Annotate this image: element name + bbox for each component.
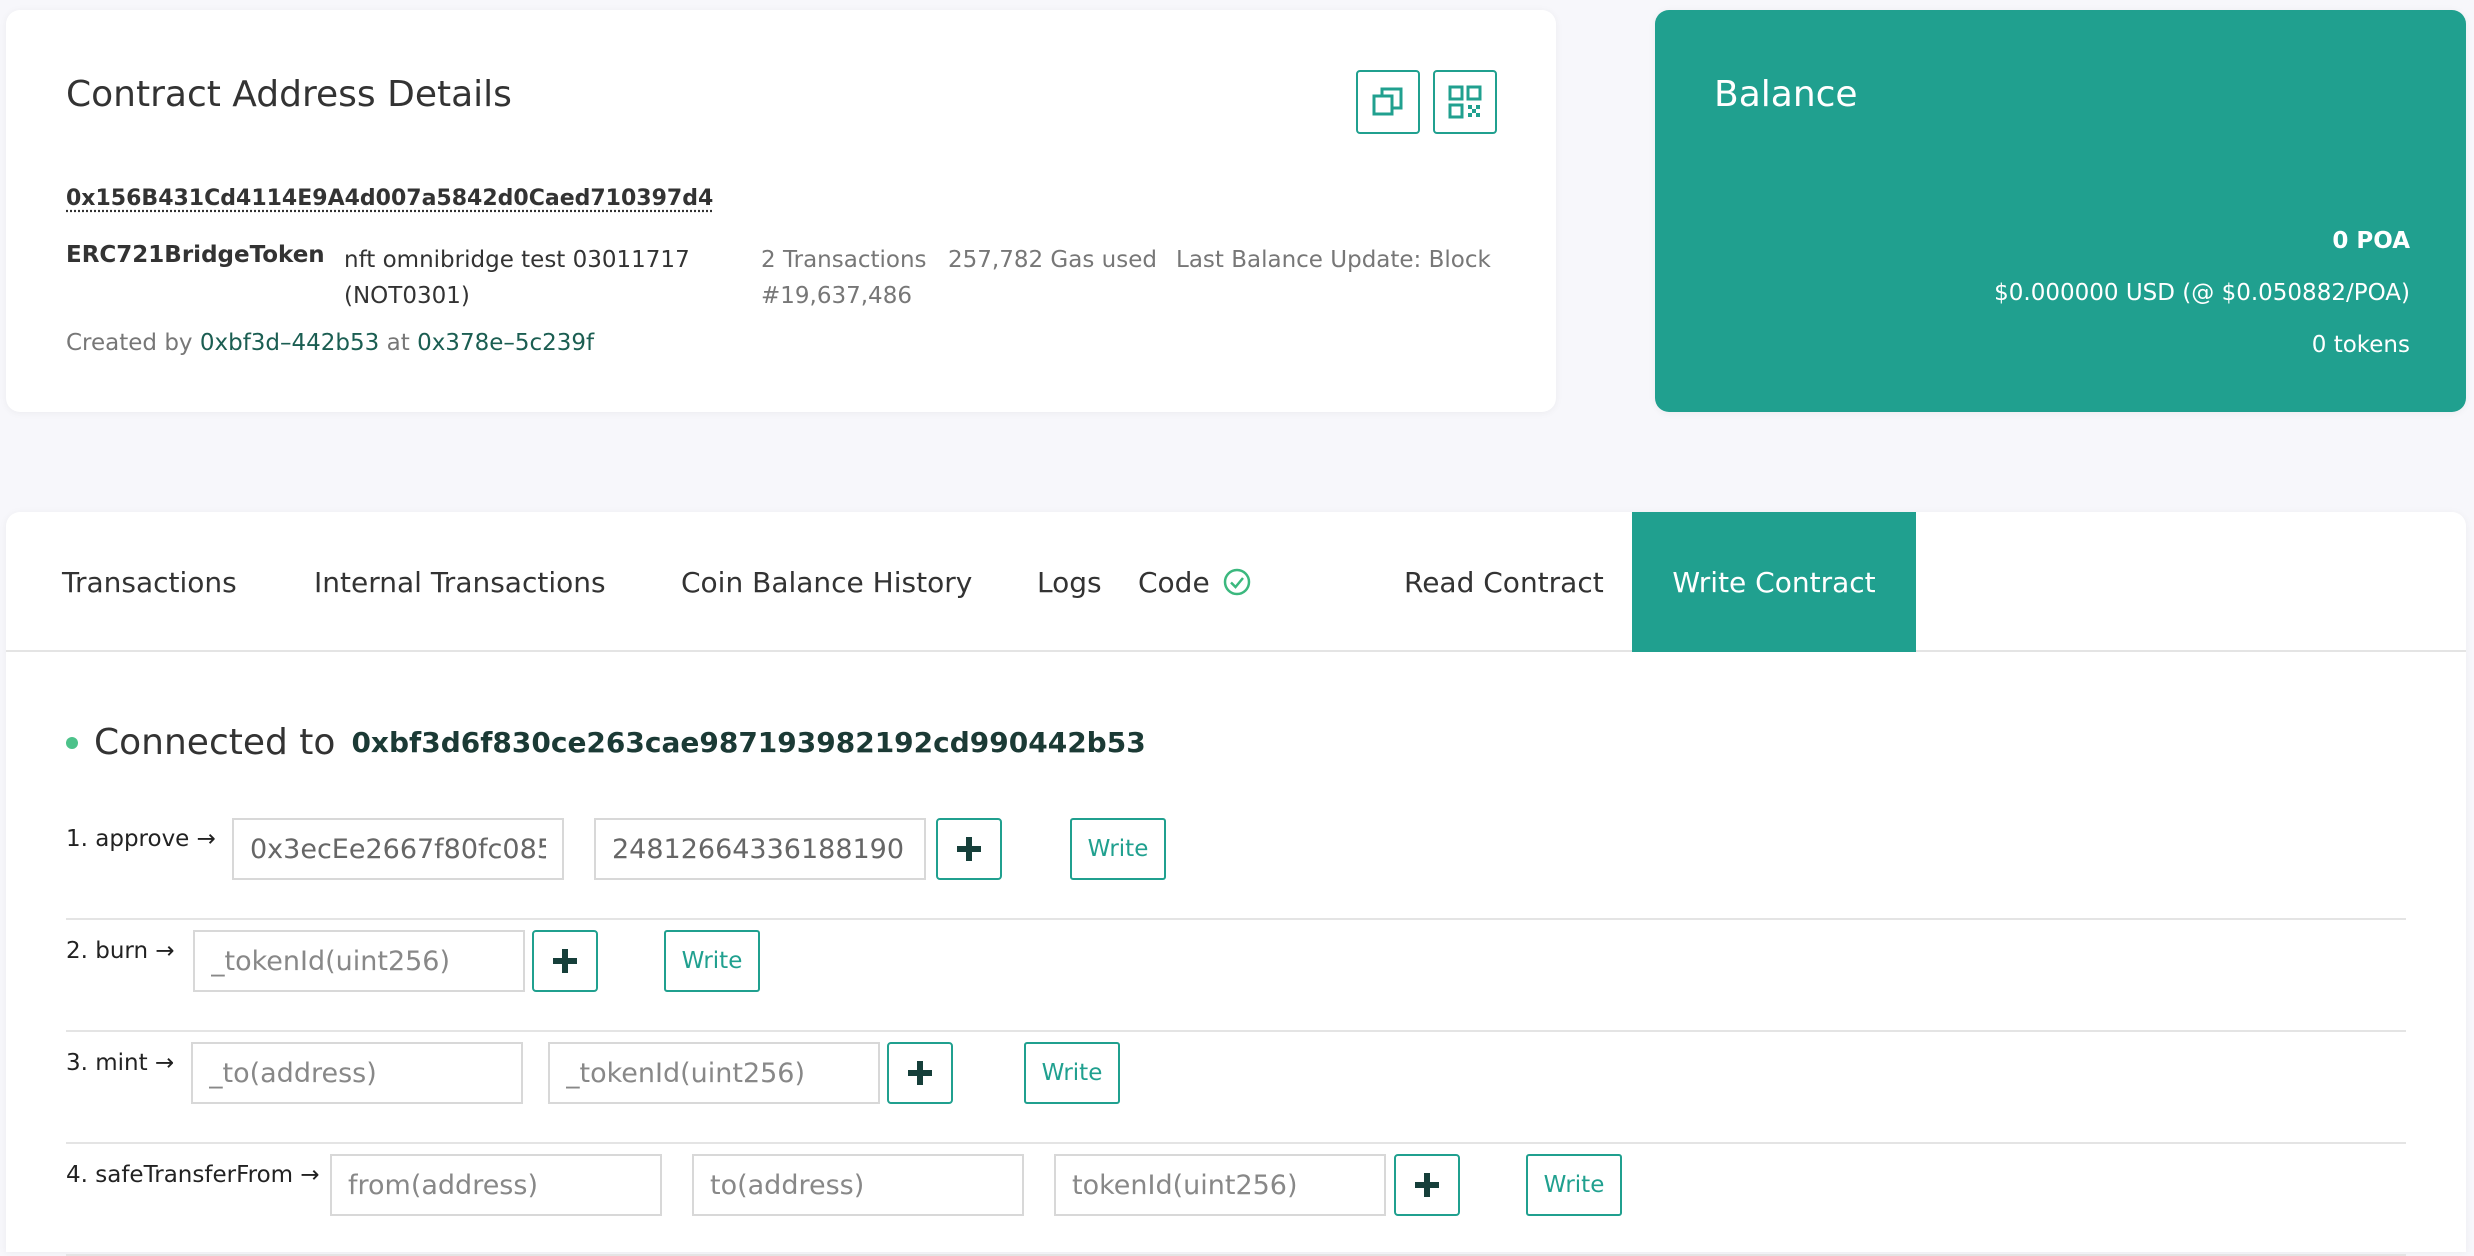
gas-used: 257,782 Gas used — [948, 247, 1157, 273]
connected-address: 0xbf3d6f830ce263cae987193982192cd990442b… — [351, 726, 1146, 759]
add-value-button[interactable] — [1394, 1154, 1460, 1216]
tab-read-contract[interactable]: Read Contract — [1354, 512, 1654, 652]
safetransfer-to-input[interactable] — [692, 1154, 1024, 1216]
method-row-safetransferfrom: 4. safeTransferFrom → Write — [66, 1146, 2406, 1256]
method-row-mint: 3. mint → Write — [66, 1034, 2406, 1144]
mint-write-button[interactable]: Write — [1024, 1042, 1120, 1104]
plus-icon — [957, 837, 981, 861]
tab-label: Coin Balance History — [681, 565, 973, 599]
contract-tabs-panel: Transactions Internal Transactions Coin … — [6, 512, 2466, 1256]
balance-usd: $0.000000 USD (@ $0.050882/POA) — [1994, 280, 2410, 306]
balance-title: Balance — [1714, 74, 1858, 115]
plus-icon — [1415, 1173, 1439, 1197]
add-value-button[interactable] — [887, 1042, 953, 1104]
connected-dot-icon — [66, 736, 78, 749]
connection-label: Connected to — [94, 722, 336, 763]
tab-label: Internal Transactions — [314, 565, 606, 599]
last-balance-update: Last Balance Update: Block — [1176, 247, 1491, 273]
safetransfer-tokenid-input[interactable] — [1054, 1154, 1386, 1216]
tab-bar: Transactions Internal Transactions Coin … — [6, 512, 2466, 652]
mint-to-input[interactable] — [191, 1042, 523, 1104]
tab-internal-transactions[interactable]: Internal Transactions — [264, 512, 656, 652]
method-label: 3. mint → — [66, 1050, 175, 1076]
plus-icon — [908, 1061, 932, 1085]
method-row-burn: 2. burn → Write — [66, 922, 2406, 1032]
tab-transactions[interactable]: Transactions — [12, 512, 287, 652]
contract-details-card: Contract Address Details 0x156B431Cd4114… — [6, 10, 1556, 412]
balance-card: Balance 0 POA $0.000000 USD (@ $0.050882… — [1655, 10, 2466, 412]
created-by: Created by 0xbf3d–442b53 at 0x378e–5c239… — [66, 330, 594, 356]
balance-amount: 0 POA — [2332, 228, 2410, 254]
connection-status: Connected to 0xbf3d6f830ce263cae98719398… — [66, 722, 1146, 763]
verified-check-icon — [1223, 568, 1250, 596]
tab-label: Read Contract — [1404, 565, 1604, 599]
token-name: ERC721BridgeToken — [66, 242, 325, 268]
tab-write-contract[interactable]: Write Contract — [1632, 512, 1916, 652]
safetransfer-write-button[interactable]: Write — [1526, 1154, 1622, 1216]
creator-address-link[interactable]: 0xbf3d–442b53 — [200, 330, 379, 356]
approve-write-button[interactable]: Write — [1070, 818, 1166, 880]
add-value-button[interactable] — [532, 930, 598, 992]
plus-icon — [553, 949, 577, 973]
method-label: 2. burn → — [66, 938, 175, 964]
copy-icon — [1372, 87, 1403, 116]
method-label: 4. safeTransferFrom → — [66, 1162, 320, 1188]
details-title: Contract Address Details — [66, 74, 512, 115]
at-label: at — [386, 330, 410, 356]
approve-tokenid-input[interactable] — [594, 818, 926, 880]
tab-label: Write Contract — [1672, 565, 1876, 599]
transaction-count: 2 Transactions — [761, 247, 927, 273]
token-description: nft omnibridge test 03011717 (NOT0301) — [344, 247, 690, 309]
tab-label: Transactions — [62, 565, 237, 599]
qr-code-icon — [1448, 85, 1482, 119]
tab-label: Code — [1138, 565, 1210, 599]
tab-code[interactable]: Code — [1088, 512, 1302, 652]
created-by-label: Created by — [66, 330, 193, 356]
method-label: 1. approve → — [66, 826, 216, 852]
copy-address-button[interactable] — [1356, 70, 1420, 134]
approve-to-input[interactable] — [232, 818, 564, 880]
burn-tokenid-input[interactable] — [193, 930, 525, 992]
method-row-approve: 1. approve → Write — [66, 810, 2406, 920]
mint-tokenid-input[interactable] — [548, 1042, 880, 1104]
burn-write-button[interactable]: Write — [664, 930, 760, 992]
qr-code-button[interactable] — [1433, 70, 1497, 134]
creation-tx-link[interactable]: 0x378e–5c239f — [417, 330, 594, 356]
add-value-button[interactable] — [936, 818, 1002, 880]
block-number: #19,637,486 — [761, 283, 912, 309]
tab-coin-balance-history[interactable]: Coin Balance History — [631, 512, 1022, 652]
safetransfer-from-input[interactable] — [330, 1154, 662, 1216]
contract-address[interactable]: 0x156B431Cd4114E9A4d007a5842d0Caed710397… — [66, 186, 713, 211]
balance-tokens[interactable]: 0 tokens — [2312, 332, 2410, 358]
